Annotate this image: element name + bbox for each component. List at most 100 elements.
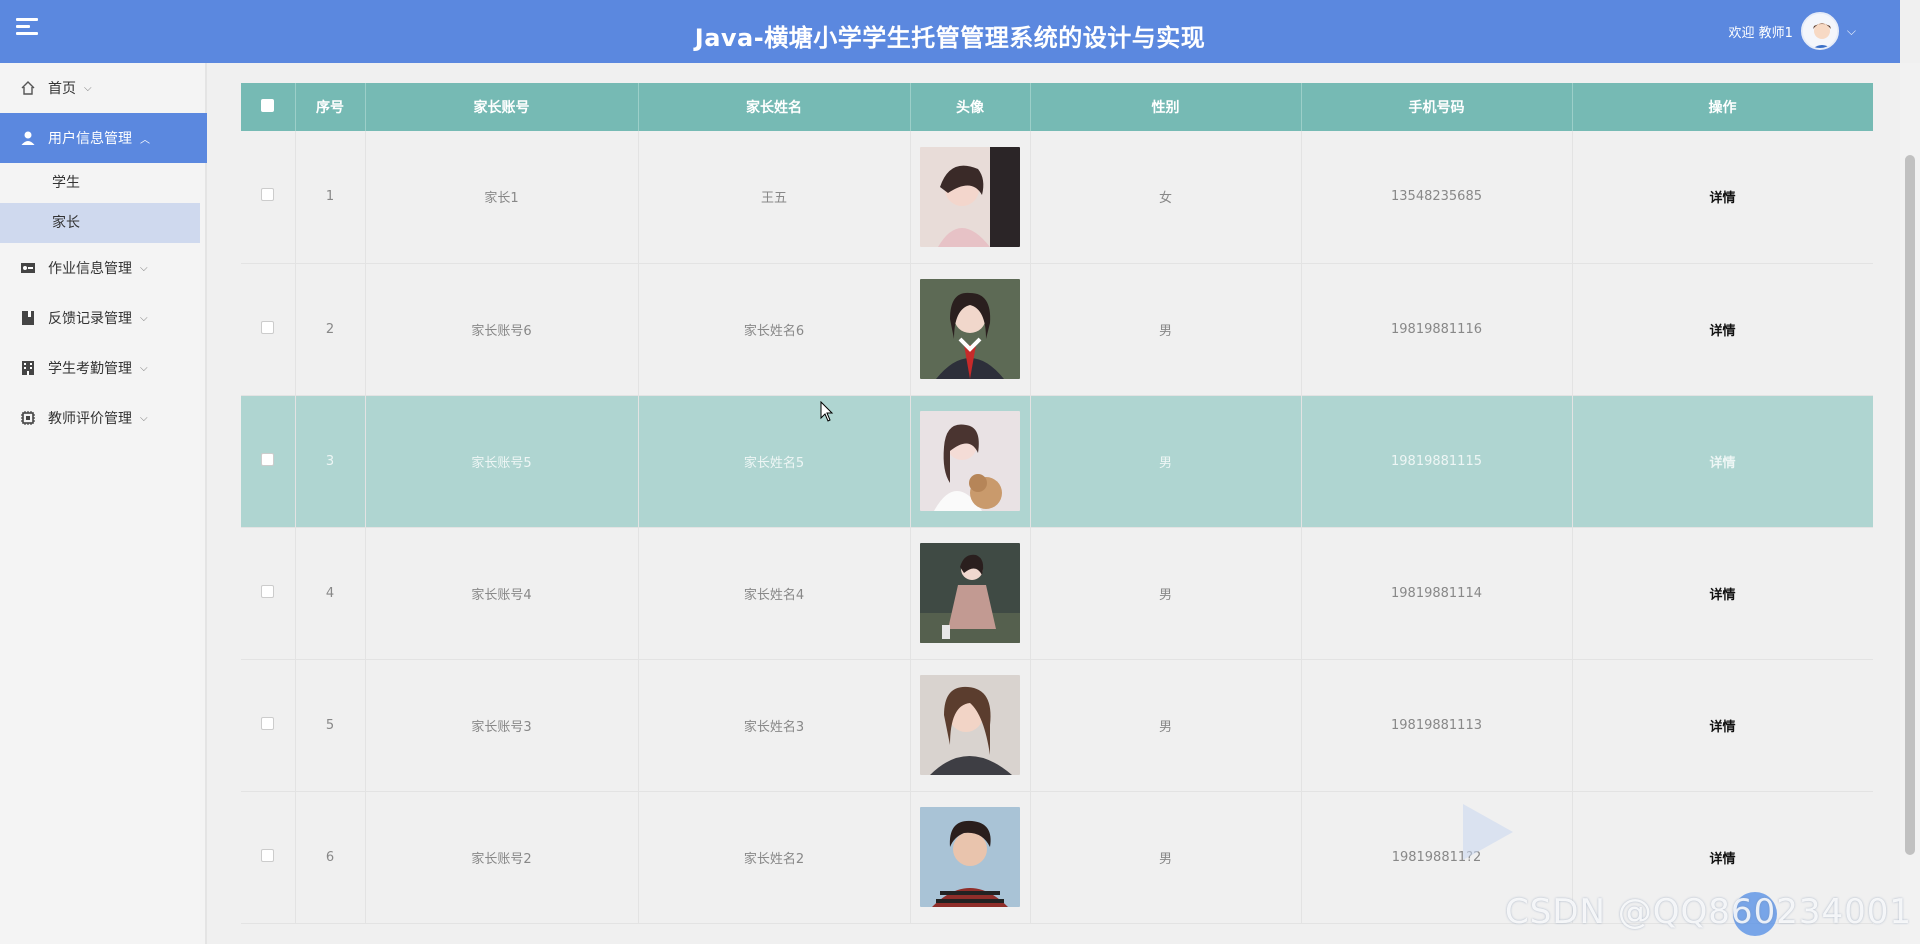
user-avatar[interactable] (1800, 12, 1839, 50)
chevron-down-icon: ⌵ (84, 82, 92, 94)
sidebar-subitem-students[interactable]: 学生 (0, 163, 205, 203)
row-checkbox[interactable] (261, 188, 275, 202)
parent-avatar (920, 411, 1020, 511)
book-icon (20, 310, 36, 326)
table-row-highlighted[interactable]: 3 家长账号5 家长姓名5 男 19819881115 详情 (241, 395, 1873, 528)
play-watermark-icon (1463, 804, 1513, 860)
top-header: Java-横塘小学学生托管管理系统的设计与实现 欢迎 教师1 ⌵ (0, 0, 1900, 63)
detail-button[interactable]: 详情 (1572, 527, 1873, 660)
chevron-down-icon[interactable]: ⌵ (1847, 24, 1856, 39)
column-header: 家长姓名 (638, 83, 911, 131)
sidebar-item-label: 作业信息管理 (48, 261, 132, 277)
row-index: 3 (295, 395, 366, 528)
parent-gender: 男 (1030, 659, 1302, 792)
column-header: 手机号码 (1301, 83, 1573, 131)
parent-table-container: 序号 家长账号 家长姓名 头像 性别 手机号码 操作 1 家长1 王五 女 13… (241, 83, 1873, 944)
sidebar-item-attendance[interactable]: 学生考勤管理 ⌵ (0, 343, 205, 393)
parent-name: 家长姓名3 (638, 659, 911, 792)
chevron-up-icon: ︿ (140, 134, 150, 146)
parent-phone: 19819881114 (1301, 527, 1573, 660)
parent-gender: 男 (1030, 527, 1302, 660)
parent-account: 家长账号4 (365, 527, 639, 660)
row-checkbox[interactable] (261, 452, 275, 466)
table-row[interactable]: 4 家长账号4 家长姓名4 男 19819881114 详情 (241, 527, 1873, 660)
sidebar-item-home[interactable]: 首页 ⌵ (0, 63, 205, 113)
sidebar-item-label: 教师评价管理 (48, 411, 132, 427)
column-header: 性别 (1030, 83, 1302, 131)
sidebar-item-label: 学生考勤管理 (48, 361, 132, 377)
user-icon (20, 130, 36, 146)
parent-account: 家长账号6 (365, 263, 639, 396)
parent-name: 家长姓名5 (638, 395, 911, 528)
building-icon (20, 360, 36, 376)
page-scrollbar[interactable] (1900, 63, 1920, 944)
parent-name: 王五 (638, 131, 911, 264)
parent-phone: 13548235685 (1301, 131, 1573, 264)
row-index: 4 (295, 527, 366, 660)
column-header: 操作 (1572, 83, 1873, 131)
parent-account: 家长账号3 (365, 659, 639, 792)
row-index: 1 (295, 131, 366, 264)
sidebar-item-feedback[interactable]: 反馈记录管理 ⌵ (0, 293, 205, 343)
row-checkbox[interactable] (261, 320, 275, 334)
parent-avatar (920, 279, 1020, 379)
parent-avatar (920, 543, 1020, 643)
select-all-checkbox[interactable] (261, 98, 275, 112)
chevron-down-icon: ⌵ (140, 362, 148, 374)
row-checkbox[interactable] (261, 584, 275, 598)
parent-phone: 19819881116 (1301, 263, 1573, 396)
parent-avatar (920, 146, 1020, 247)
table-row[interactable]: 2 家长账号6 家长姓名6 男 19819881116 详情 (241, 263, 1873, 396)
chevron-down-icon: ⌵ (140, 262, 148, 274)
user-menu[interactable]: 欢迎 教师1 ⌵ (1728, 8, 1856, 54)
sidebar: 首页 ⌵ 用户信息管理 ︿ 学生 家长 作业信息管理 ⌵ 反馈记录管理 ⌵ 学生… (0, 63, 207, 944)
column-header: 序号 (295, 83, 366, 131)
parent-gender: 男 (1030, 263, 1302, 396)
parent-gender: 男 (1030, 395, 1302, 528)
parent-avatar (920, 675, 1020, 775)
row-checkbox[interactable] (261, 716, 275, 730)
parent-gender: 女 (1030, 131, 1302, 264)
sidebar-item-label: 首页 (48, 81, 76, 97)
parent-phone: 19819881115 (1301, 395, 1573, 528)
sidebar-item-homework[interactable]: 作业信息管理 ⌵ (0, 243, 205, 293)
parent-account: 家长1 (365, 131, 639, 264)
row-checkbox[interactable] (261, 848, 275, 862)
row-index: 6 (295, 791, 366, 924)
column-header: 头像 (910, 83, 1031, 131)
chip-icon (20, 410, 36, 426)
select-all-header[interactable] (241, 83, 296, 131)
scrollbar-thumb[interactable] (1905, 155, 1915, 855)
chevron-down-icon: ⌵ (140, 412, 148, 424)
detail-button[interactable]: 详情 (1572, 659, 1873, 792)
page-title: Java-横塘小学学生托管管理系统的设计与实现 (694, 24, 1206, 52)
home-icon (20, 80, 36, 96)
detail-button[interactable]: 详情 (1572, 263, 1873, 396)
parent-avatar (920, 807, 1020, 907)
sidebar-item-user-management[interactable]: 用户信息管理 ︿ (0, 113, 207, 163)
welcome-text: 欢迎 教师1 (1728, 25, 1793, 41)
parent-table: 序号 家长账号 家长姓名 头像 性别 手机号码 操作 1 家长1 王五 女 13… (241, 83, 1873, 924)
detail-button[interactable]: 详情 (1572, 131, 1873, 264)
sidebar-item-label: 用户信息管理 (48, 131, 132, 147)
row-index: 5 (295, 659, 366, 792)
sidebar-item-teacher-evaluation[interactable]: 教师评价管理 ⌵ (0, 393, 205, 443)
table-row[interactable]: 1 家长1 王五 女 13548235685 详情 (241, 131, 1873, 264)
mouse-cursor-icon (820, 401, 834, 422)
id-card-icon (20, 260, 36, 276)
table-row[interactable]: 5 家长账号3 家长姓名3 男 19819881113 详情 (241, 659, 1873, 792)
csdn-watermark: CSDN @QQ860234001 (1505, 892, 1912, 932)
parent-name: 家长姓名6 (638, 263, 911, 396)
parent-name: 家长姓名4 (638, 527, 911, 660)
sidebar-subitem-parents[interactable]: 家长 (0, 203, 200, 243)
sidebar-item-label: 反馈记录管理 (48, 311, 132, 327)
chevron-down-icon: ⌵ (140, 312, 148, 324)
parent-account: 家长账号2 (365, 791, 639, 924)
row-index: 2 (295, 263, 366, 396)
table-header-row: 序号 家长账号 家长姓名 头像 性别 手机号码 操作 (241, 83, 1873, 131)
detail-button[interactable]: 详情 (1572, 395, 1873, 528)
parent-phone: 19819881113 (1301, 659, 1573, 792)
parent-gender: 男 (1030, 791, 1302, 924)
column-header: 家长账号 (365, 83, 639, 131)
parent-account: 家长账号5 (365, 395, 639, 528)
